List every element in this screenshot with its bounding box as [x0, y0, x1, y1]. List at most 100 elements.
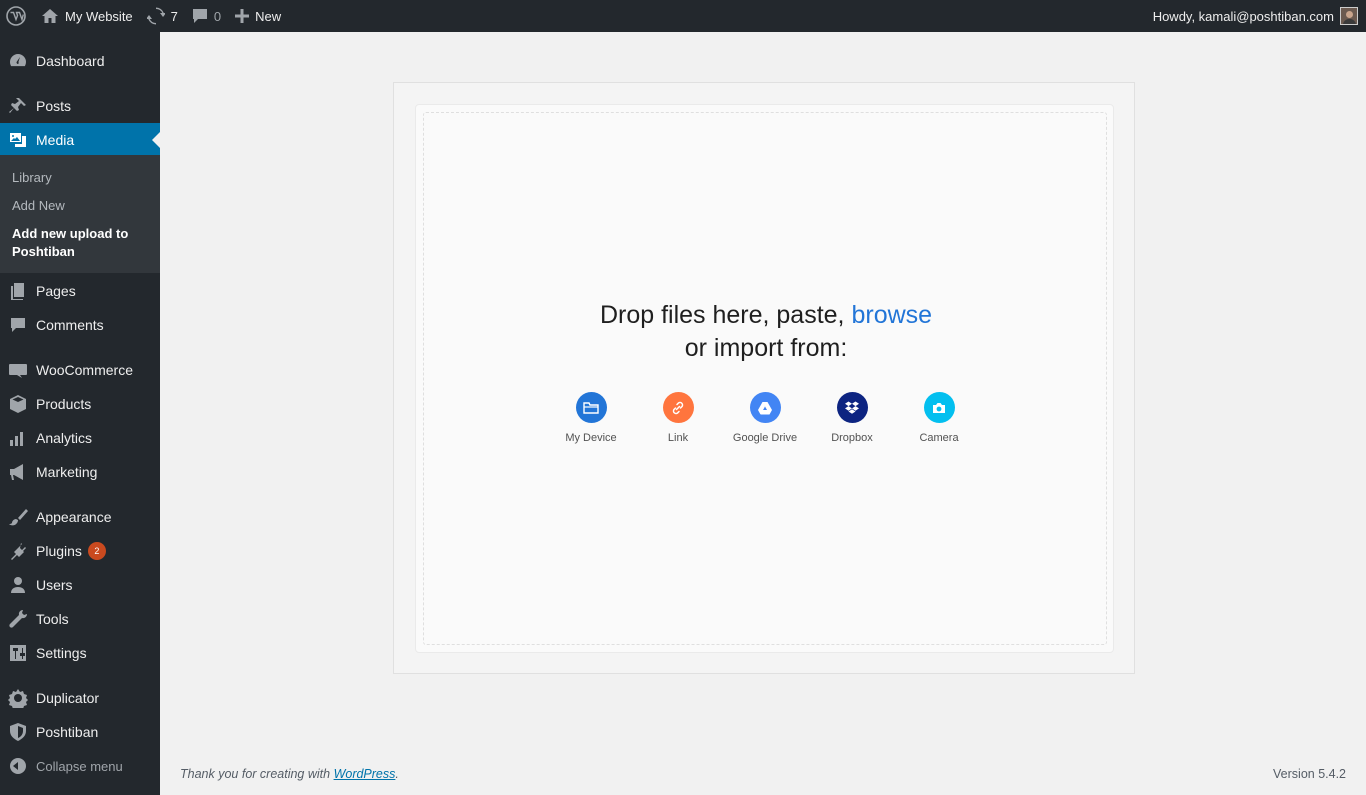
paintbrush-icon: [9, 509, 28, 526]
drop-text: Drop files here, paste,: [599, 301, 845, 329]
menu-media[interactable]: Media: [0, 123, 160, 157]
updates-icon: [146, 7, 165, 25]
analytics-bar-chart-icon: [10, 432, 23, 446]
menu-users-label: Users: [36, 577, 73, 593]
wrench-icon: [9, 609, 28, 628]
comments-count: 0: [213, 8, 222, 24]
admin-sidebar: Dashboard Posts Media Library Add New Ad…: [0, 32, 160, 795]
products-box-icon: [10, 395, 26, 413]
submenu-add-new[interactable]: Add New: [12, 197, 152, 215]
menu-tools-label: Tools: [36, 611, 69, 627]
duplicator-icon: [8, 689, 28, 708]
collapse-arrow-icon: [10, 758, 26, 774]
menu-dashboard[interactable]: Dashboard: [0, 44, 160, 78]
menu-poshtiban-label: Poshtiban: [36, 724, 99, 740]
menu-pages-label: Pages: [36, 283, 76, 299]
source-link[interactable]: Link: [633, 392, 723, 444]
menu-appearance-label: Appearance: [36, 509, 112, 525]
avatar: [1340, 7, 1358, 25]
updates-count: 7: [170, 8, 178, 24]
megaphone-icon: [10, 464, 23, 480]
updates-link[interactable]: 7: [140, 0, 185, 32]
menu-products[interactable]: Products: [0, 387, 160, 421]
source-dropbox-label: Dropbox: [831, 432, 873, 444]
new-label: New: [255, 8, 282, 24]
wordpress-logo-icon[interactable]: [0, 0, 34, 32]
menu-appearance[interactable]: Appearance: [0, 500, 160, 534]
menu-tools[interactable]: Tools: [0, 602, 160, 636]
dashboard-icon: [10, 54, 27, 67]
source-link-label: Link: [667, 432, 689, 444]
submenu-library[interactable]: Library: [12, 169, 152, 187]
menu-analytics[interactable]: Analytics: [0, 421, 160, 455]
plugin-icon: [11, 543, 26, 560]
source-my-device[interactable]: My Device: [546, 392, 636, 444]
collapse-menu-button[interactable]: Collapse menu: [0, 749, 160, 783]
menu-analytics-label: Analytics: [36, 430, 93, 446]
my-account-link[interactable]: Howdy, kamali@poshtiban.com: [1153, 7, 1366, 25]
media-icon: [10, 133, 26, 147]
menu-comments-label: Comments: [36, 317, 104, 333]
site-name-label: My Website: [65, 8, 133, 24]
plus-icon: [235, 9, 250, 23]
howdy-greeting: Howdy, kamali@poshtiban.com: [1152, 8, 1334, 24]
dropzone[interactable]: Drop files here, paste, browse or import…: [423, 112, 1107, 645]
shield-icon: [10, 723, 26, 741]
footer-thanks-prefix: Thank you for creating with: [180, 767, 331, 781]
menu-poshtiban[interactable]: Poshtiban: [0, 715, 160, 749]
footer-thanks: Thank you for creating with WordPress.: [180, 767, 399, 781]
dropzone-container: Drop files here, paste, browse or import…: [415, 104, 1114, 653]
menu-plugins[interactable]: Plugins 2: [0, 534, 160, 568]
menu-pages[interactable]: Pages: [0, 274, 160, 308]
source-my-device-label: My Device: [565, 432, 617, 444]
drop-title-line-1: Drop files here, paste, browse: [424, 299, 1108, 332]
source-dropbox[interactable]: Dropbox: [807, 392, 897, 444]
menu-duplicator-label: Duplicator: [36, 690, 100, 706]
source-google-drive-label: Google Drive: [732, 432, 798, 444]
menu-settings-label: Settings: [36, 645, 87, 661]
footer-thanks-suffix: .: [395, 767, 399, 781]
site-name-link[interactable]: My Website: [34, 0, 140, 32]
menu-media-label: Media: [36, 132, 75, 148]
source-camera-label: Camera: [919, 432, 959, 444]
uploader-panel: Drop files here, paste, browse or import…: [393, 82, 1135, 674]
users-icon: [11, 577, 25, 593]
menu-woocommerce-label: WooCommerce: [36, 362, 133, 378]
comments-icon: [11, 318, 25, 332]
source-camera[interactable]: Camera: [894, 392, 984, 444]
menu-marketing[interactable]: Marketing: [0, 455, 160, 489]
home-icon: [42, 9, 58, 23]
menu-users[interactable]: Users: [0, 568, 160, 602]
submenu-add-new-upload[interactable]: Add new upload to Poshtiban: [12, 225, 152, 261]
menu-posts-label: Posts: [36, 98, 72, 114]
pages-icon: [11, 283, 24, 300]
menu-posts[interactable]: Posts: [0, 89, 160, 123]
google-drive-icon: [749, 392, 781, 423]
menu-settings[interactable]: Settings: [0, 636, 160, 670]
link-icon: [662, 392, 694, 423]
settings-sliders-icon: [10, 645, 26, 661]
admin-bar: My Website 7 0 New Howdy, kamali@poshtib…: [0, 0, 1366, 32]
comments-link[interactable]: 0: [185, 0, 228, 32]
new-content-link[interactable]: New: [228, 0, 288, 32]
dropbox-icon: [836, 392, 868, 423]
comment-bubble-icon: [192, 9, 207, 23]
media-submenu: Library Add New Add new upload to Poshti…: [0, 155, 160, 273]
menu-duplicator[interactable]: Duplicator: [0, 681, 160, 715]
menu-marketing-label: Marketing: [36, 464, 98, 480]
browse-link[interactable]: browse: [851, 301, 932, 329]
source-google-drive[interactable]: Google Drive: [720, 392, 810, 444]
pushpin-icon: [9, 98, 26, 113]
camera-icon: [923, 392, 955, 423]
folder-icon: [575, 392, 607, 423]
plugins-update-badge: 2: [87, 542, 106, 560]
footer-version: Version 5.4.2: [1273, 767, 1346, 781]
collapse-menu-label: Collapse menu: [36, 758, 123, 774]
woocommerce-icon: [9, 364, 27, 378]
wordpress-link[interactable]: WordPress: [334, 767, 396, 781]
menu-comments[interactable]: Comments: [0, 308, 160, 342]
menu-products-label: Products: [36, 396, 92, 412]
menu-woocommerce[interactable]: WooCommerce: [0, 353, 160, 387]
menu-plugins-label: Plugins: [36, 543, 82, 559]
menu-dashboard-label: Dashboard: [36, 53, 105, 69]
